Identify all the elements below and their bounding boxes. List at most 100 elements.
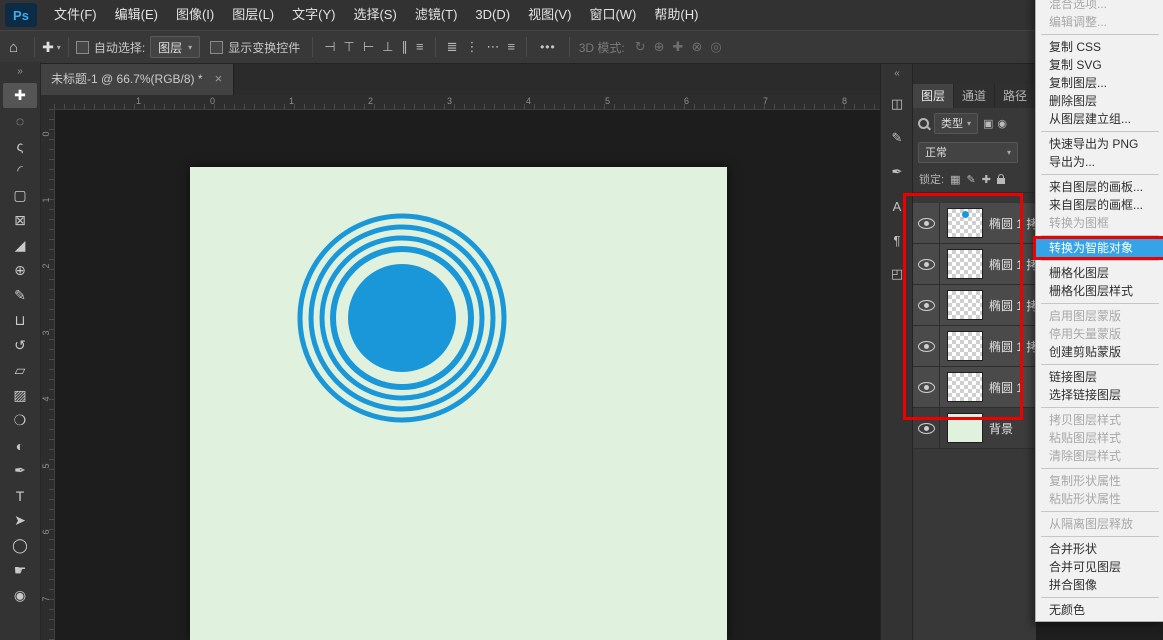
3d-panel-icon[interactable]: ◰ bbox=[884, 262, 910, 286]
filter-effect-icon[interactable]: ◉ bbox=[997, 117, 1007, 130]
context-menu-item-20[interactable]: 栅格化图层样式 bbox=[1036, 282, 1163, 300]
distribute-horizontal-icon[interactable]: ⋯ bbox=[487, 39, 500, 55]
close-icon[interactable]: × bbox=[215, 71, 223, 86]
tab-layers[interactable]: 图层 bbox=[913, 84, 954, 108]
clone-stamp-tool[interactable]: ⊔ bbox=[3, 308, 37, 333]
paragraph-panel-icon[interactable]: ¶ bbox=[884, 228, 910, 252]
menu-item-10[interactable]: 窗口(W) bbox=[580, 0, 645, 30]
smudge-tool[interactable]: ❍ bbox=[3, 408, 37, 433]
menu-item-4[interactable]: 图层(L) bbox=[223, 0, 283, 30]
zoom-tool[interactable]: ◉ bbox=[3, 583, 37, 608]
layer-row-1[interactable]: 椭圆 1 拷 bbox=[913, 203, 1036, 244]
context-menu-item-14[interactable]: 来自图层的画框... bbox=[1036, 196, 1163, 214]
visibility-toggle[interactable] bbox=[913, 285, 940, 325]
eraser-tool[interactable]: ▱ bbox=[3, 358, 37, 383]
align-top-icon[interactable]: ⊥ bbox=[382, 39, 393, 55]
filter-kind-icon[interactable]: ▣ bbox=[983, 117, 993, 130]
layer-row-6[interactable]: 背景 bbox=[913, 408, 1036, 449]
marquee-tool[interactable]: ◌ bbox=[3, 108, 37, 133]
align-right-icon[interactable]: ⊢ bbox=[363, 39, 374, 55]
home-icon[interactable]: ⌂ bbox=[9, 39, 18, 56]
menu-item-11[interactable]: 帮助(H) bbox=[645, 0, 707, 30]
menu-item-5[interactable]: 文字(Y) bbox=[283, 0, 344, 30]
healing-brush-tool[interactable]: ⊕ bbox=[3, 258, 37, 283]
pen-tool[interactable]: ✒ bbox=[3, 458, 37, 483]
distribute-vertical-icon[interactable]: ⋮ bbox=[466, 39, 479, 55]
context-menu-item-7[interactable]: 删除图层 bbox=[1036, 92, 1163, 110]
lasso-tool[interactable]: ς bbox=[3, 133, 37, 158]
filter-type-dropdown[interactable]: 类型 ▾ bbox=[934, 113, 978, 134]
menu-item-1[interactable]: 文件(F) bbox=[45, 0, 106, 30]
auto-select-dropdown[interactable]: 图层▾ bbox=[150, 36, 200, 58]
character-panel-icon[interactable]: A bbox=[884, 194, 910, 218]
auto-select-checkbox[interactable] bbox=[76, 41, 89, 54]
3d-rotate-icon[interactable]: ↻ bbox=[635, 39, 646, 55]
layer-row-3[interactable]: 椭圆 1 拷 bbox=[913, 285, 1036, 326]
context-menu-item-6[interactable]: 复制图层... bbox=[1036, 74, 1163, 92]
visibility-toggle[interactable] bbox=[913, 203, 940, 243]
hand-tool[interactable]: ☛ bbox=[3, 558, 37, 583]
brush-panel-icon[interactable]: ✎ bbox=[884, 126, 910, 150]
align-left-icon[interactable]: ⊣ bbox=[324, 39, 335, 55]
align-center-h-icon[interactable]: ⊤ bbox=[344, 39, 355, 55]
visibility-toggle[interactable] bbox=[913, 326, 940, 366]
show-transform-checkbox[interactable] bbox=[210, 41, 223, 54]
document-canvas[interactable] bbox=[190, 167, 727, 640]
type-tool[interactable]: T bbox=[3, 483, 37, 508]
context-menu-item-8[interactable]: 从图层建立组... bbox=[1036, 110, 1163, 128]
move-tool[interactable]: ✚ bbox=[3, 83, 37, 108]
menu-item-2[interactable]: 编辑(E) bbox=[106, 0, 167, 30]
align-bottom-icon[interactable]: ≡ bbox=[416, 39, 424, 55]
lock-all-icon[interactable] bbox=[997, 178, 1005, 184]
3d-roll-icon[interactable]: ⊕ bbox=[654, 39, 665, 55]
blend-mode-dropdown[interactable]: 正常 ▾ bbox=[918, 142, 1018, 163]
layer-row-4[interactable]: 椭圆 1 拷 bbox=[913, 326, 1036, 367]
3d-pan-icon[interactable]: ✚ bbox=[673, 39, 684, 55]
context-menu-item-11[interactable]: 导出为... bbox=[1036, 153, 1163, 171]
menu-item-9[interactable]: 视图(V) bbox=[519, 0, 580, 30]
context-menu-item-4[interactable]: 复制 CSS bbox=[1036, 38, 1163, 56]
context-menu-item-19[interactable]: 栅格化图层 bbox=[1036, 264, 1163, 282]
distribute-bottom-icon[interactable]: ≡ bbox=[508, 39, 516, 55]
artboard-panel-icon[interactable]: ◫ bbox=[884, 92, 910, 116]
menu-item-6[interactable]: 选择(S) bbox=[344, 0, 405, 30]
context-menu-item-5[interactable]: 复制 SVG bbox=[1036, 56, 1163, 74]
lock-transparent-icon[interactable]: ▦ bbox=[950, 173, 960, 186]
layer-row-2[interactable]: 椭圆 1 拷 bbox=[913, 244, 1036, 285]
context-menu-item-24[interactable]: 创建剪贴蒙版 bbox=[1036, 343, 1163, 361]
menu-item-3[interactable]: 图像(I) bbox=[167, 0, 223, 30]
more-options-button[interactable]: ••• bbox=[540, 40, 556, 54]
3d-slide-icon[interactable]: ⊗ bbox=[691, 39, 702, 55]
context-menu-item-13[interactable]: 来自图层的画板... bbox=[1036, 178, 1163, 196]
document-tab[interactable]: 未标题-1 @ 66.7%(RGB/8) * × bbox=[40, 62, 234, 95]
context-menu-item-39[interactable]: 合并可见图层 bbox=[1036, 558, 1163, 576]
dodge-tool[interactable]: ◐ bbox=[3, 433, 37, 458]
menu-item-8[interactable]: 3D(D) bbox=[466, 0, 519, 30]
menu-item-7[interactable]: 滤镜(T) bbox=[406, 0, 467, 30]
path-selection-tool[interactable]: ➤ bbox=[3, 508, 37, 533]
context-menu-item-42[interactable]: 无颜色 bbox=[1036, 601, 1163, 619]
eyedropper-tool[interactable]: ◢ bbox=[3, 233, 37, 258]
context-menu-item-26[interactable]: 链接图层 bbox=[1036, 368, 1163, 386]
crop-tool[interactable]: ▢ bbox=[3, 183, 37, 208]
tab-channels[interactable]: 通道 bbox=[954, 84, 995, 108]
align-center-v-icon[interactable]: ∥ bbox=[402, 39, 409, 55]
visibility-toggle[interactable] bbox=[913, 244, 940, 284]
3d-scale-icon[interactable]: ◎ bbox=[710, 39, 721, 55]
history-brush-tool[interactable]: ↺ bbox=[3, 333, 37, 358]
gradient-tool[interactable]: ▨ bbox=[3, 383, 37, 408]
frame-tool[interactable]: ⊠ bbox=[3, 208, 37, 233]
quick-selection-tool[interactable]: ◜ bbox=[3, 158, 37, 183]
shape-tool[interactable]: ◯ bbox=[3, 533, 37, 558]
context-menu-item-27[interactable]: 选择链接图层 bbox=[1036, 386, 1163, 404]
tab-paths[interactable]: 路径 bbox=[995, 84, 1036, 108]
collapse-toolbar-icon[interactable]: » bbox=[17, 66, 23, 77]
visibility-toggle[interactable] bbox=[913, 367, 940, 407]
lock-position-icon[interactable]: ✚ bbox=[982, 173, 991, 186]
lock-pixels-icon[interactable]: ✎ bbox=[966, 173, 975, 186]
context-menu-item-38[interactable]: 合并形状 bbox=[1036, 540, 1163, 558]
brush-tool[interactable]: ✎ bbox=[3, 283, 37, 308]
pen-panel-icon[interactable]: ✒ bbox=[884, 160, 910, 184]
visibility-toggle[interactable] bbox=[913, 408, 940, 448]
context-menu-item-40[interactable]: 拼合图像 bbox=[1036, 576, 1163, 594]
